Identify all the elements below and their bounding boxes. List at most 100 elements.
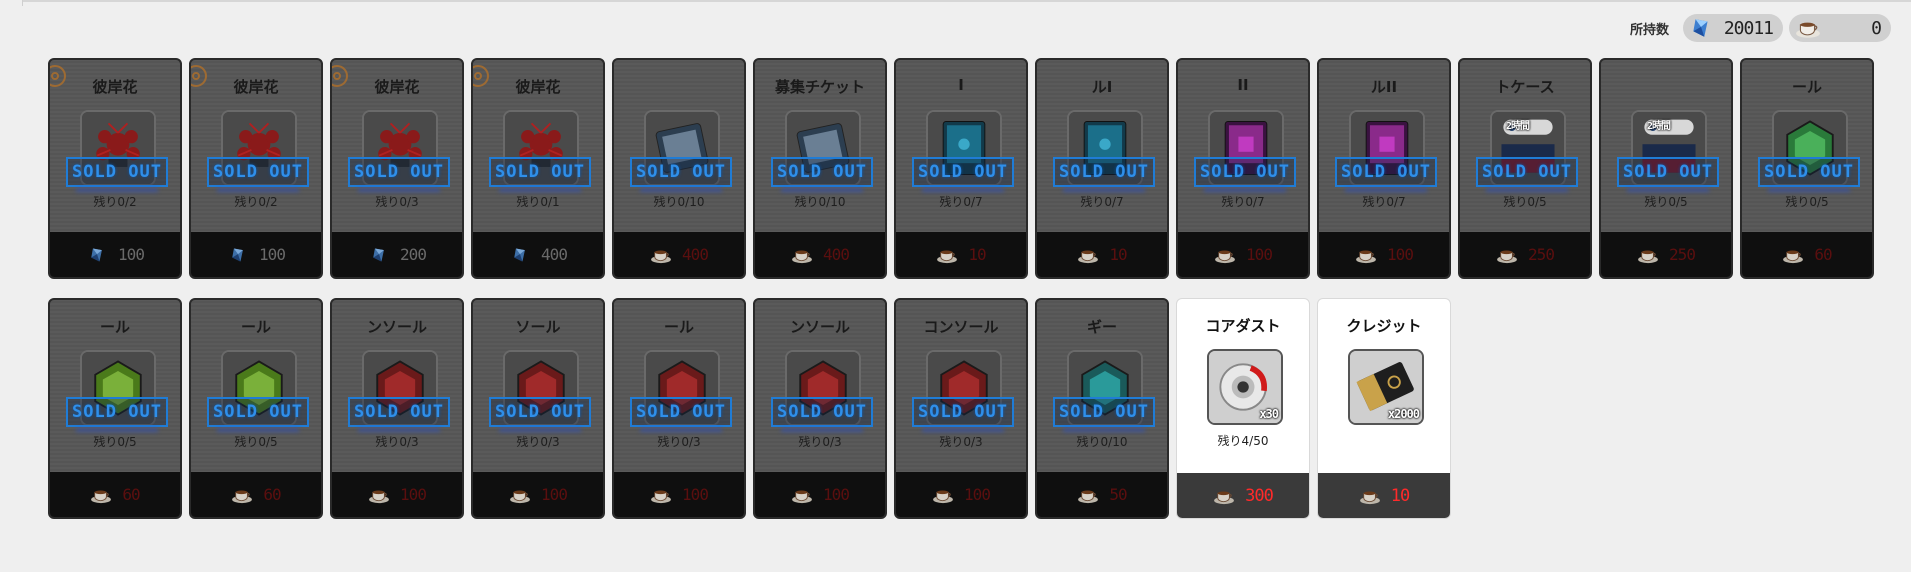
- coffee-cup-icon: [91, 490, 112, 503]
- item-name: ール: [99, 318, 130, 336]
- item-name: ール: [663, 318, 694, 336]
- coffee-cup-icon: [1078, 250, 1099, 263]
- item-name: 彼岸花: [233, 78, 279, 96]
- coffee-cup-icon: [651, 490, 671, 503]
- remaining-stock: 残り0/3: [375, 195, 419, 209]
- item-price: 10: [968, 245, 986, 264]
- shop-item-card: ルI SOLD OUT 残り0/7 10: [1035, 58, 1169, 279]
- item-name: II: [1237, 76, 1249, 94]
- item-price: 100: [118, 245, 145, 264]
- coffee-cup-icon: [792, 250, 812, 263]
- remaining-stock: 残り0/3: [798, 435, 842, 449]
- item-price: 200: [400, 245, 427, 264]
- item-price: 50: [1109, 485, 1127, 504]
- remaining-stock: 残り0/2: [234, 195, 278, 209]
- sold-out-stamp: SOLD OUT: [489, 157, 591, 187]
- item-price: 400: [682, 245, 709, 264]
- remaining-stock: 残り0/5: [1503, 195, 1547, 209]
- item-name: コンソール: [923, 318, 999, 336]
- sold-out-stamp: SOLD OUT: [1758, 157, 1860, 187]
- shop-item-card: 募集チケット SOLD OUT 残り0/10 400: [753, 58, 887, 279]
- item-thumbnail: x30: [1207, 349, 1283, 425]
- item-price: 10: [1109, 245, 1127, 264]
- price-bar: 200: [332, 232, 462, 277]
- sold-out-stamp: SOLD OUT: [1617, 157, 1719, 187]
- price-bar: 400: [614, 232, 744, 277]
- remaining-stock: 残り0/7: [1362, 195, 1406, 209]
- shop-item-card: コンソール SOLD OUT 残り0/3 100: [894, 298, 1028, 519]
- remaining-stock: 残り0/10: [653, 195, 705, 209]
- coffee-cup-icon: [232, 490, 253, 503]
- item-price: 250: [1669, 245, 1696, 264]
- item-price: 100: [1246, 245, 1273, 264]
- price-bar: 100: [1319, 232, 1449, 277]
- coffee-cup-icon: [1638, 250, 1658, 263]
- remaining-stock: 残り0/3: [657, 435, 701, 449]
- coffee-cup-icon: [1356, 250, 1376, 263]
- price-bar: 50: [1037, 472, 1167, 517]
- item-name: ソール: [515, 318, 561, 336]
- remaining-stock: 残り0/7: [939, 195, 983, 209]
- item-name: ンソール: [366, 318, 427, 336]
- sold-out-stamp: SOLD OUT: [912, 397, 1014, 427]
- price-bar: 100: [1178, 232, 1308, 277]
- shop-item-card: 彼岸花 SOLD OUT 残り0/2 100: [189, 58, 323, 279]
- gem-icon: [514, 247, 525, 262]
- sold-out-stamp: SOLD OUT: [912, 157, 1014, 187]
- price-bar: 10: [1318, 473, 1450, 518]
- gem-balance: 20011: [1683, 14, 1784, 42]
- price-bar: 400: [755, 232, 885, 277]
- gem-icon: [373, 247, 384, 262]
- shop-item-card: 彼岸花 SOLD OUT 残り0/3 200: [330, 58, 464, 279]
- coffee-cup-icon: [510, 490, 530, 503]
- sold-out-stamp: SOLD OUT: [771, 157, 873, 187]
- shop-item-card: ギー SOLD OUT 残り0/10 50: [1035, 298, 1169, 519]
- timer-badge: 2時間: [1647, 121, 1671, 132]
- coffee-cup-icon: [1796, 22, 1820, 38]
- cup-balance-value: 0: [1871, 17, 1882, 39]
- item-price: 100: [964, 485, 991, 504]
- sold-out-stamp: SOLD OUT: [66, 157, 168, 187]
- shop-item-card: 彼岸花 SOLD OUT 残り0/1 400: [471, 58, 605, 279]
- remaining-stock: 残り0/1: [516, 195, 560, 209]
- item-price: 60: [122, 485, 140, 504]
- item-name: トケース: [1495, 78, 1555, 96]
- price-bar: 10: [1037, 232, 1167, 277]
- timer-badge: 2時間: [1506, 121, 1530, 132]
- coffee-cup-icon: [937, 250, 958, 263]
- coffee-cup-icon: [1215, 250, 1235, 263]
- coffee-cup-icon: [933, 490, 953, 503]
- owned-label: 所持数: [1630, 22, 1670, 38]
- shop-item-card: ール SOLD OUT 残り0/5 60: [189, 298, 323, 519]
- shop-item-card: ソール SOLD OUT 残り0/3 100: [471, 298, 605, 519]
- item-price: 400: [541, 245, 568, 264]
- remaining-stock: 残り0/5: [234, 435, 278, 449]
- shop-item-card: 彼岸花 SOLD OUT 残り0/2 100: [48, 58, 182, 279]
- shop-item-card: ンソール SOLD OUT 残り0/3 100: [753, 298, 887, 519]
- item-name: ール: [240, 318, 271, 336]
- price-bar: 60: [50, 472, 180, 517]
- price-bar: 60: [191, 472, 321, 517]
- sold-out-stamp: SOLD OUT: [630, 157, 732, 187]
- shop-item-card[interactable]: コアダスト x30 残り4/50 300: [1176, 298, 1310, 519]
- coffee-cup-icon: [792, 490, 812, 503]
- shop-grid: 彼岸花 SOLD OUT 残り0/2 100 彼岸花 SOLD OUT 残り0/2 100 彼岸…: [48, 58, 1874, 519]
- item-price: 100: [541, 485, 568, 504]
- item-quantity: x30: [1259, 407, 1279, 421]
- price-bar: 100: [50, 232, 180, 277]
- item-price: 400: [823, 245, 850, 264]
- item-name: ルI: [1091, 78, 1113, 96]
- sold-out-stamp: SOLD OUT: [66, 397, 168, 427]
- coffee-cup-icon: [1214, 491, 1235, 504]
- coffee-cup-icon: [1783, 250, 1804, 263]
- top-divider: [22, 0, 1911, 2]
- price-bar: 60: [1742, 232, 1872, 277]
- remaining-stock: 残り0/5: [1785, 195, 1829, 209]
- shop-item-card: ンソール SOLD OUT 残り0/3 100: [330, 298, 464, 519]
- top-divider-edge: [22, 0, 23, 6]
- remaining-stock: 残り0/10: [794, 195, 846, 209]
- item-name: 募集チケット: [774, 78, 865, 96]
- sold-out-stamp: SOLD OUT: [489, 397, 591, 427]
- shop-item-card[interactable]: クレジット x2000 10: [1317, 298, 1451, 519]
- remaining-stock: 残り0/7: [1221, 195, 1265, 209]
